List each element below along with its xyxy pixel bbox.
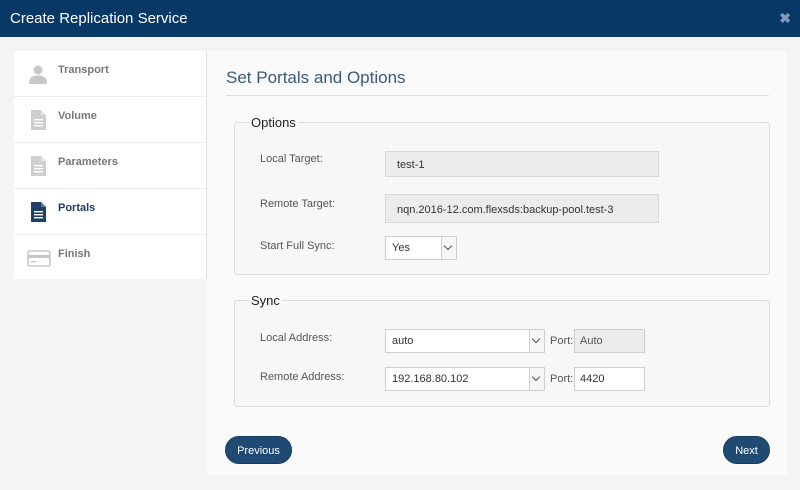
full-sync-select[interactable]: Yes [385,236,457,260]
close-icon[interactable]: ✖ [779,10,791,27]
document-icon [31,202,46,222]
sidebar-item-label: Transport [58,64,109,76]
local-address-select[interactable]: auto [385,329,545,353]
user-icon [29,65,47,84]
sidebar-item-portals[interactable]: Portals [14,189,206,235]
remote-port-input[interactable]: 4420 [574,367,645,391]
remote-port-label: Port: [550,373,574,385]
remote-target-label: Remote Target: [260,198,336,210]
sidebar-item-volume[interactable]: Volume [14,97,206,143]
sidebar-item-transport[interactable]: Transport [14,51,206,97]
local-address-value: auto [392,335,414,347]
card-icon [27,250,51,267]
previous-button[interactable]: Previous [225,436,292,464]
page-title: Set Portals and Options [226,68,406,87]
sync-legend: Sync [251,293,280,308]
chevron-down-icon [529,368,544,390]
document-icon [31,156,46,176]
remote-address-label: Remote Address: [260,371,345,383]
remote-target-field[interactable]: nqn.2016-12.com.flexsds:backup-pool.test… [385,194,659,223]
full-sync-value: Yes [392,242,410,254]
full-sync-label: Start Full Sync: [260,240,335,252]
local-target-label: Local Target: [260,153,323,165]
local-port-input[interactable]: Auto [574,329,645,353]
sidebar-item-label: Volume [58,110,97,122]
remote-address-select[interactable]: 192.168.80.102 [385,367,545,391]
sidebar-item-finish[interactable]: Finish [14,235,206,280]
local-address-label: Local Address: [260,332,333,344]
title-bar: Create Replication Service ✖ [0,0,800,37]
window-title: Create Replication Service [10,10,188,27]
title-divider [226,95,769,96]
chevron-down-icon [529,330,544,352]
local-target-field[interactable]: test-1 [385,151,659,177]
remote-address-value: 192.168.80.102 [392,373,469,385]
local-port-label: Port: [550,335,574,347]
sidebar-item-label: Finish [58,248,91,260]
options-legend: Options [251,115,296,130]
next-button[interactable]: Next [723,436,770,464]
document-icon [31,110,46,130]
chevron-down-icon [441,237,456,259]
wizard-sidebar: Transport Volume Parameters Portals Fini… [14,51,207,279]
sidebar-item-label: Portals [58,202,96,214]
sidebar-item-label: Parameters [58,156,118,168]
sidebar-item-parameters[interactable]: Parameters [14,143,206,189]
